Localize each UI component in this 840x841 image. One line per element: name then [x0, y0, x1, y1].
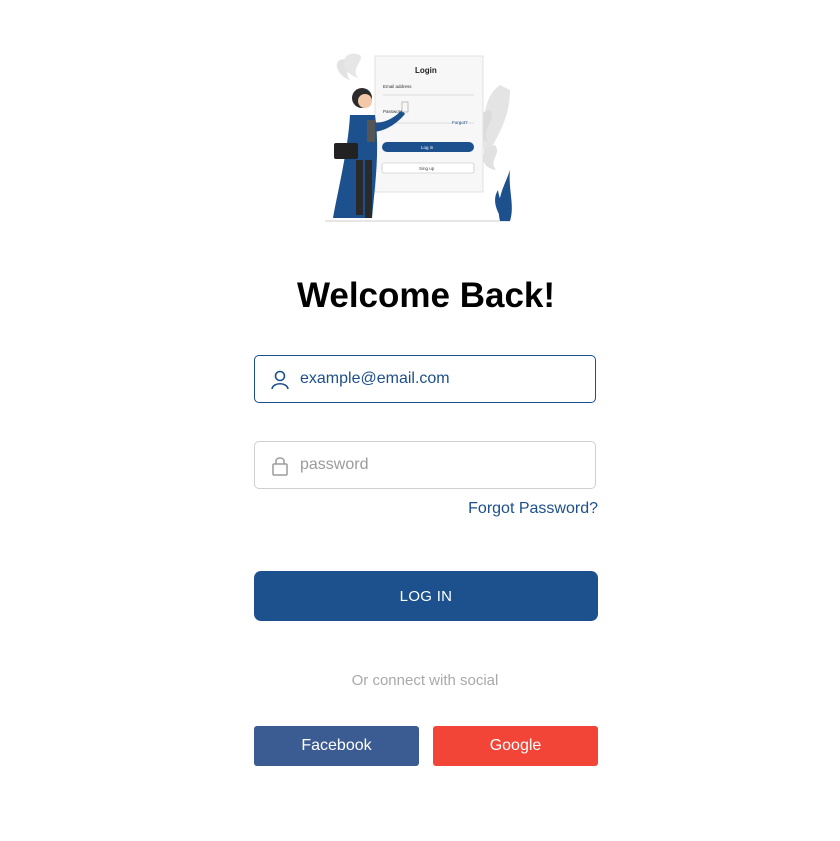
illustration-email-label: Email address — [383, 84, 412, 89]
email-input[interactable] — [300, 356, 580, 402]
page-title: Welcome Back! — [296, 276, 556, 315]
user-icon — [271, 370, 289, 390]
login-button[interactable]: LOG IN — [254, 571, 598, 621]
google-button[interactable]: Google — [433, 726, 598, 766]
lock-icon — [272, 457, 288, 476]
password-field[interactable] — [254, 441, 596, 489]
social-connect-label: Or connect with social — [351, 672, 499, 689]
password-input[interactable] — [300, 442, 580, 488]
forgot-password-link[interactable]: Forgot Password? — [468, 500, 598, 518]
login-illustration: Login Email address Password Forgot? Log… — [325, 53, 512, 222]
illustration-login-label: Log in — [421, 145, 434, 150]
facebook-button[interactable]: Facebook — [254, 726, 419, 766]
illustration-signup-label: Sing up — [419, 166, 435, 171]
email-field[interactable] — [254, 355, 596, 403]
illustration-forgot-label: Forgot? — [452, 120, 468, 125]
illustration-form-title: Login — [415, 66, 437, 75]
